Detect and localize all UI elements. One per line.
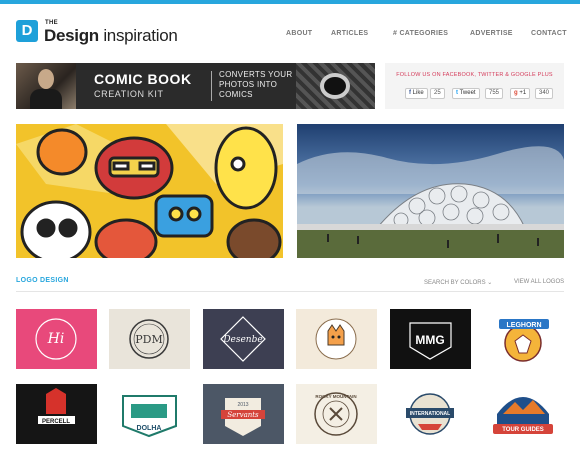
nav-about[interactable]: ABOUT bbox=[286, 30, 312, 37]
social-follow-box: FOLLOW US ON FACEBOOK, TWITTER & GOOGLE … bbox=[385, 63, 564, 109]
logo-wordmark: Design inspiration bbox=[44, 26, 178, 46]
tweet-label: Tweet bbox=[459, 90, 476, 96]
search-by-colors-dropdown[interactable]: SEARCH BY COLORS ⌄ bbox=[424, 279, 492, 286]
gplus-label: +1 bbox=[519, 90, 527, 96]
logo-tile[interactable]: 2013 Servants bbox=[203, 384, 284, 444]
logo-tile[interactable]: MMG bbox=[390, 309, 471, 369]
like-label: Like bbox=[412, 90, 424, 96]
logo-text: Desenbe bbox=[222, 335, 262, 345]
logo-text: DOLHA bbox=[137, 425, 162, 432]
logo-tile[interactable]: LEGHORN bbox=[483, 309, 564, 369]
facebook-like-button[interactable]: f Like bbox=[405, 88, 428, 99]
chevron-down-icon: ⌄ bbox=[487, 280, 493, 286]
logo-thumbnail: DOLHA bbox=[109, 384, 190, 444]
twitter-bird-icon: t bbox=[456, 90, 458, 96]
logo-text: INTERNATIONAL bbox=[410, 411, 450, 417]
nav-articles[interactable]: ARTICLES bbox=[331, 30, 368, 37]
logo-thumbnail: MMG bbox=[390, 309, 471, 369]
view-all-logos-link[interactable]: VIEW ALL LOGOS bbox=[514, 279, 564, 285]
nav-advertise[interactable]: ADVERTISE bbox=[470, 30, 513, 37]
logo-tile[interactable]: PDM bbox=[109, 309, 190, 369]
like-count: 25 bbox=[430, 88, 445, 99]
logo-inspiration: inspiration bbox=[98, 26, 178, 45]
google-plus-icon: g bbox=[514, 90, 518, 96]
logo-text: PERCELL bbox=[42, 419, 70, 425]
banner-converts-text: CONVERTS YOUR PHOTOS INTO COMICS bbox=[219, 70, 293, 99]
banner-divider bbox=[211, 71, 212, 101]
banner-comic-eye-image bbox=[296, 63, 375, 109]
logo-text: LEGHORN bbox=[507, 322, 542, 329]
google-plus-button[interactable]: g +1 bbox=[510, 88, 531, 99]
logo-tile[interactable]: Hi bbox=[16, 309, 97, 369]
follow-us-text: FOLLOW US ON FACEBOOK, TWITTER & GOOGLE … bbox=[396, 72, 553, 78]
logo-text: PDM bbox=[135, 333, 162, 346]
logo-text: TOUR GUIDES bbox=[502, 427, 544, 433]
logo-thumbnail: LEGHORN bbox=[483, 309, 564, 369]
comic-book-banner-ad[interactable]: COMIC BOOK CREATION KIT CONVERTS YOUR PH… bbox=[16, 63, 375, 109]
top-accent-bar bbox=[0, 0, 580, 4]
nav-contact[interactable]: CONTACT bbox=[531, 30, 567, 37]
facebook-icon: f bbox=[409, 90, 411, 96]
logo-thumbnail: 2013 Servants bbox=[203, 384, 284, 444]
banner-portrait-image bbox=[16, 63, 76, 109]
logo-thumbnail: INTERNATIONAL bbox=[390, 384, 471, 444]
logo-mark-icon: D bbox=[16, 20, 38, 42]
logo-tile[interactable]: ROCKY MOUNTAIN bbox=[296, 384, 377, 444]
logo-design: Design bbox=[44, 26, 99, 45]
logo-thumbnail bbox=[296, 309, 377, 369]
tweet-count: 755 bbox=[485, 88, 504, 99]
geodesic-dome-photo bbox=[297, 124, 564, 258]
logo-tile[interactable] bbox=[296, 309, 377, 369]
logo-thumbnail: PDM bbox=[109, 309, 190, 369]
logo-text: Hi bbox=[47, 331, 65, 347]
gplus-count: 340 bbox=[535, 88, 554, 99]
logo-tile[interactable]: DOLHA bbox=[109, 384, 190, 444]
banner-subtitle: CREATION KIT bbox=[94, 89, 164, 99]
search-by-colors-label: SEARCH BY COLORS bbox=[424, 280, 486, 286]
banner-title: COMIC BOOK bbox=[94, 71, 192, 87]
featured-character-illustration[interactable] bbox=[16, 124, 283, 258]
logo-text: MMG bbox=[415, 333, 444, 347]
logo-text: ROCKY MOUNTAIN bbox=[315, 394, 356, 399]
featured-dome-photo[interactable] bbox=[297, 124, 564, 258]
logo-thumbnail: Desenbe bbox=[203, 309, 284, 369]
logo-thumbnail: PERCELL bbox=[16, 384, 97, 444]
tweet-button[interactable]: t Tweet bbox=[452, 88, 480, 99]
logo-thumbnail: Hi bbox=[16, 309, 97, 369]
characters-artwork bbox=[16, 124, 283, 258]
logo-year: 2013 bbox=[237, 402, 248, 408]
logo-design-section-title[interactable]: LOGO DESIGN bbox=[16, 277, 69, 284]
logo-tile[interactable]: INTERNATIONAL bbox=[390, 384, 471, 444]
logo-tile[interactable]: Desenbe bbox=[203, 309, 284, 369]
section-divider bbox=[16, 291, 564, 292]
nav-categories[interactable]: # CATEGORIES bbox=[393, 30, 448, 37]
logo-thumbnail: TOUR GUIDES bbox=[483, 384, 564, 444]
logo-tile[interactable]: TOUR GUIDES bbox=[483, 384, 564, 444]
logo-text: Servants bbox=[227, 411, 259, 419]
logo-tile[interactable]: PERCELL bbox=[16, 384, 97, 444]
logo-thumbnail: ROCKY MOUNTAIN bbox=[296, 384, 377, 444]
